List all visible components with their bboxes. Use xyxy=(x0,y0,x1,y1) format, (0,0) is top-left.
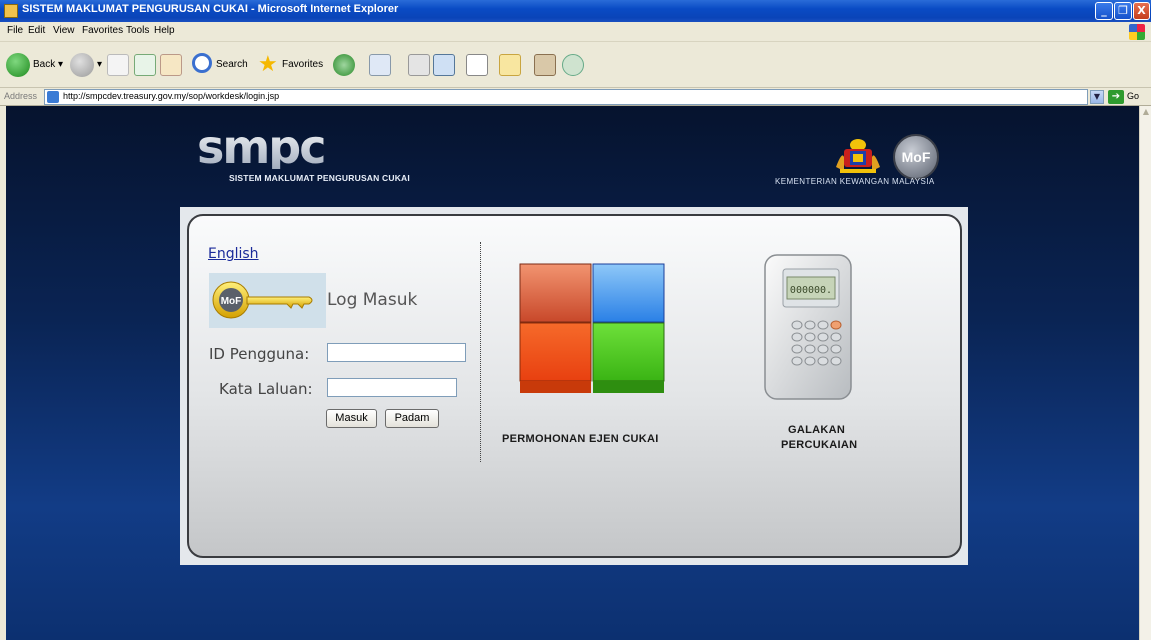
back-button[interactable]: Back ▾ xyxy=(6,51,66,79)
go-arrow-icon[interactable]: ➔ xyxy=(1108,90,1124,104)
menu-bar: File Edit View Favorites Tools Help xyxy=(0,22,1151,42)
key-graphic: MoF xyxy=(209,273,326,328)
smpc-logo: smpc xyxy=(197,127,327,169)
vertical-scrollbar[interactable]: ▲ xyxy=(1139,106,1151,640)
key-mof-text: MoF xyxy=(221,296,242,307)
menu-view[interactable]: View xyxy=(53,25,75,36)
windows-logo-icon xyxy=(1129,24,1145,40)
menu-tools[interactable]: Tools xyxy=(126,25,149,36)
mof-logo: MoF xyxy=(893,134,939,180)
print-icon[interactable] xyxy=(408,54,430,76)
address-input[interactable]: http://smpcdev.treasury.gov.my/sop/workd… xyxy=(44,89,1088,105)
smpc-logo-text: smpc xyxy=(197,127,325,169)
address-url: http://smpcdev.treasury.gov.my/sop/workd… xyxy=(63,91,280,101)
forward-button[interactable]: ▾ xyxy=(70,51,110,79)
login-button[interactable]: Masuk xyxy=(326,409,377,428)
favorites-label: Favorites xyxy=(282,59,324,70)
back-dropdown-icon[interactable]: ▾ xyxy=(58,59,63,70)
title-bar: SISTEM MAKLUMAT PENGURUSAN CUKAI - Micro… xyxy=(0,0,1151,22)
window-title: SISTEM MAKLUMAT PENGURUSAN CUKAI - Micro… xyxy=(22,3,399,15)
ministry-name: KEMENTERIAN KEWANGAN MALAYSIA xyxy=(775,177,935,186)
favorites-star-icon: ★ xyxy=(258,51,278,76)
back-label: Back xyxy=(33,59,56,70)
address-dropdown-icon[interactable]: ▼ xyxy=(1090,90,1104,104)
calculator-display: 000000. xyxy=(790,285,832,296)
word-icon[interactable] xyxy=(466,54,488,76)
clear-button[interactable]: Padam xyxy=(385,409,439,428)
search-button[interactable]: Search xyxy=(192,51,256,79)
login-key-icon: MoF xyxy=(212,281,313,319)
close-button[interactable]: X xyxy=(1133,2,1150,20)
search-label: Search xyxy=(216,59,248,70)
address-bar: Address http://smpcdev.treasury.gov.my/s… xyxy=(0,88,1151,106)
password-input[interactable] xyxy=(327,378,457,397)
scroll-up-icon[interactable]: ▲ xyxy=(1141,107,1151,117)
system-subtitle: SISTEM MAKLUMAT PENGURUSAN CUKAI xyxy=(229,173,410,183)
login-title: Log Masuk xyxy=(327,290,418,310)
home-icon[interactable] xyxy=(160,54,182,76)
minimize-button[interactable]: _ xyxy=(1095,2,1113,20)
tax-incentive-link-line2[interactable]: PERCUKAIAN xyxy=(781,439,857,451)
menu-file[interactable]: File xyxy=(7,25,23,36)
user-id-input[interactable] xyxy=(327,343,466,362)
edit-page-icon[interactable] xyxy=(433,54,455,76)
favorites-button[interactable]: ★ Favorites xyxy=(258,51,336,79)
mail-icon[interactable] xyxy=(369,54,391,76)
search-icon xyxy=(192,53,212,73)
toolbar: Back ▾ ▾ Search ★ Favorites xyxy=(0,42,1151,88)
forward-dropdown-icon[interactable]: ▾ xyxy=(97,59,102,70)
stop-icon[interactable] xyxy=(107,54,129,76)
page-icon xyxy=(47,91,59,103)
history-icon[interactable] xyxy=(333,54,355,76)
agent-application-link[interactable]: PERMOHONAN EJEN CUKAI xyxy=(502,433,659,445)
menu-favorites[interactable]: Favorites xyxy=(82,25,123,36)
tax-incentive-link-line1[interactable]: GALAKAN xyxy=(788,424,845,436)
folder-icon[interactable] xyxy=(499,54,521,76)
tax-incentive-calculator-icon[interactable]: 000000. xyxy=(761,253,855,403)
messenger-icon[interactable] xyxy=(562,54,584,76)
forward-arrow-icon xyxy=(70,53,94,77)
user-id-label: ID Pengguna: xyxy=(209,345,310,363)
back-arrow-icon xyxy=(6,53,30,77)
panel-divider xyxy=(480,242,481,462)
agent-application-tiles-icon[interactable] xyxy=(519,263,665,394)
restore-button[interactable]: ❐ xyxy=(1114,2,1132,20)
english-language-link[interactable]: English xyxy=(208,246,259,262)
research-icon[interactable] xyxy=(534,54,556,76)
refresh-icon[interactable] xyxy=(134,54,156,76)
go-label[interactable]: Go xyxy=(1127,91,1139,101)
menu-edit[interactable]: Edit xyxy=(28,25,45,36)
malaysia-crest-icon xyxy=(836,139,880,173)
menu-help[interactable]: Help xyxy=(154,25,175,36)
password-label: Kata Laluan: xyxy=(219,380,313,398)
ie-app-icon[interactable] xyxy=(4,4,18,18)
address-label: Address xyxy=(4,91,38,101)
